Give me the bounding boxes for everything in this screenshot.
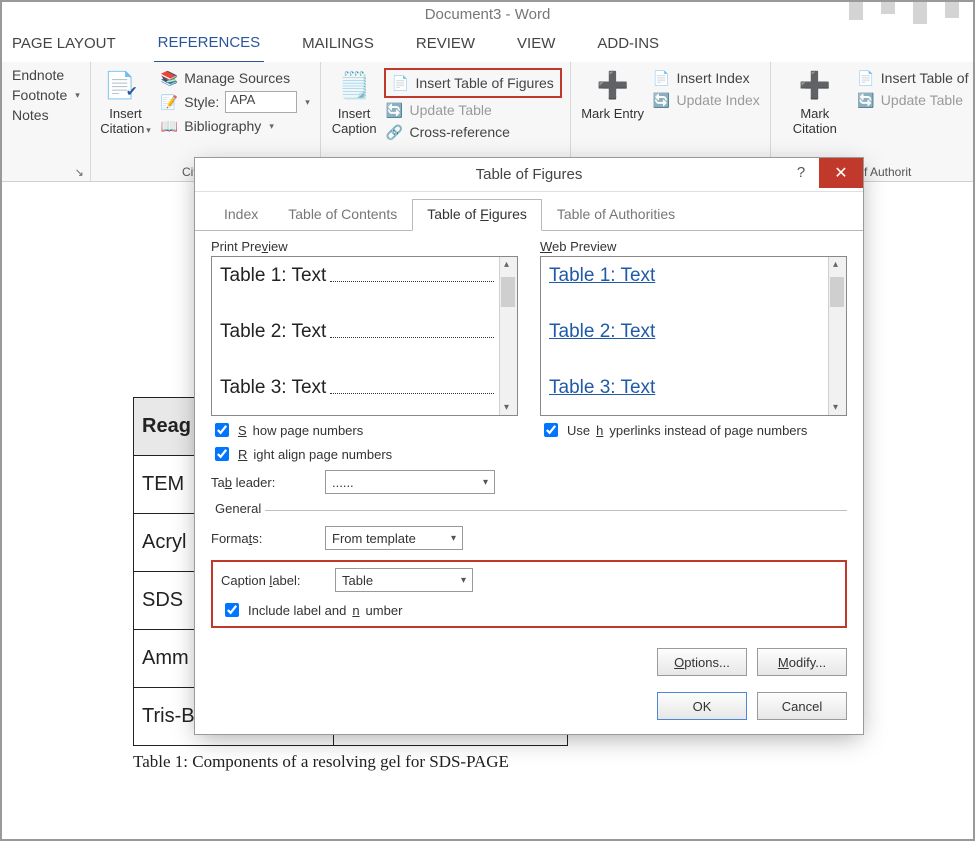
bibliography-icon: 📖 (160, 117, 178, 135)
modify-button[interactable]: Modify... (757, 648, 847, 676)
manage-sources-icon: 📚 (160, 69, 178, 87)
formats-label: Formats: (211, 531, 315, 546)
table-of-figures-dialog: Table of Figures ? ✕ Index Table of Cont… (194, 157, 864, 735)
use-hyperlinks-checkbox[interactable]: Use hyperlinks instead of page numbers (540, 420, 847, 440)
caption-label-select[interactable]: Table▾ (335, 568, 473, 592)
tab-mailings[interactable]: MAILINGS (298, 31, 378, 62)
web-preview-box: Table 1: Text Table 2: Text Table 3: Tex… (540, 256, 847, 416)
formats-select[interactable]: From template▾ (325, 526, 463, 550)
toa-icon: 📄 (857, 69, 875, 87)
tof-icon: 📄 (392, 74, 410, 92)
dialog-tab-strip: Index Table of Contents Table of Figures… (195, 198, 863, 231)
web-preview-link: Table 1: Text (549, 265, 838, 287)
dialog-tab-index[interactable]: Index (209, 199, 273, 231)
web-preview-label: Web Preview (540, 239, 847, 254)
crossref-icon: 🔗 (386, 123, 404, 141)
chevron-down-icon: ▾ (451, 533, 456, 544)
tab-add-ins[interactable]: ADD-INS (593, 31, 663, 62)
print-preview-box: Table 1: Text1 Table 2: Text3 Table 3: T… (211, 256, 518, 416)
window-title: Document3 - Word (2, 6, 973, 23)
insert-citation-button[interactable]: 📄✔ Insert Citation▾ (99, 66, 152, 179)
web-preview-link: Table 2: Text (549, 321, 838, 343)
web-preview-link: Table 3: Text (549, 377, 838, 399)
dialog-title: Table of Figures (476, 166, 583, 183)
options-button[interactable]: Options... (657, 648, 747, 676)
tab-page-layout[interactable]: PAGE LAYOUT (8, 31, 120, 62)
tab-review[interactable]: REVIEW (412, 31, 479, 62)
print-preview-label: Print Preview (211, 239, 518, 254)
print-preview-scrollbar[interactable] (499, 257, 517, 415)
dialog-close-button[interactable]: ✕ (819, 158, 863, 188)
chevron-down-icon: ▾ (461, 575, 466, 586)
tab-references[interactable]: REFERENCES (154, 30, 265, 63)
dialog-tab-tof[interactable]: Table of Figures (412, 199, 542, 231)
insert-index-button[interactable]: 📄Insert Index (651, 68, 762, 88)
mark-entry-icon: ➕ (596, 68, 630, 102)
insert-endnote-button[interactable]: Endnote (10, 66, 82, 84)
caption-icon: 🗒️ (337, 68, 371, 102)
index-icon: 📄 (653, 69, 671, 87)
cancel-button[interactable]: Cancel (757, 692, 847, 720)
update-table-of-authorities-button[interactable]: 🔄Update Table (855, 90, 971, 110)
ok-button[interactable]: OK (657, 692, 747, 720)
footnotes-launcher-icon[interactable]: ↘ (75, 166, 84, 179)
insert-table-of-figures-button[interactable]: 📄Insert Table of Figures (384, 68, 562, 98)
update-index-button[interactable]: 🔄Update Index (651, 90, 762, 110)
mark-citation-icon: ➕ (798, 68, 832, 102)
citation-style-select[interactable]: 📝Style: APA▾ (158, 90, 312, 114)
show-page-numbers-checkbox[interactable]: Show page numbers (211, 420, 518, 440)
include-label-and-number-checkbox[interactable]: Include label and number (221, 600, 837, 620)
update-index-icon: 🔄 (653, 91, 671, 109)
tab-leader-select[interactable]: ......▾ (325, 470, 495, 494)
dialog-tab-toc[interactable]: Table of Contents (273, 199, 412, 231)
caption-label-label: Caption label: (221, 573, 325, 588)
next-footnote-button[interactable]: Footnote▾ (10, 86, 82, 104)
bibliography-button[interactable]: 📖Bibliography▾ (158, 116, 312, 136)
style-icon: 📝 (160, 93, 178, 111)
chevron-down-icon: ▾ (483, 477, 488, 488)
update-icon: 🔄 (386, 101, 404, 119)
caption-label-group-highlighted: Caption label: Table▾ Include label and … (211, 560, 847, 628)
table-caption: Table 1: Components of a resolving gel f… (133, 752, 568, 772)
manage-sources-button[interactable]: 📚Manage Sources (158, 68, 312, 88)
update-toa-icon: 🔄 (857, 91, 875, 109)
right-align-page-numbers-checkbox[interactable]: Right align page numbers (211, 444, 518, 464)
web-preview-scrollbar[interactable] (828, 257, 846, 415)
show-notes-button[interactable]: Notes (10, 106, 82, 124)
tab-view[interactable]: VIEW (513, 31, 559, 62)
dialog-tab-toa[interactable]: Table of Authorities (542, 199, 690, 231)
dialog-title-bar: Table of Figures ? ✕ (195, 158, 863, 192)
ribbon-tab-strip: PAGE LAYOUT REFERENCES MAILINGS REVIEW V… (2, 30, 973, 62)
tab-leader-label: Tab leader: (211, 475, 315, 490)
insert-table-of-authorities-button[interactable]: 📄Insert Table of (855, 68, 971, 88)
general-section-label: General (211, 501, 265, 516)
dialog-help-button[interactable]: ? (787, 164, 815, 188)
cross-reference-button[interactable]: 🔗Cross-reference (384, 122, 562, 142)
update-captions-table-button[interactable]: 🔄Update Table (384, 100, 562, 120)
citation-icon: 📄✔ (109, 68, 143, 102)
close-icon: ✕ (834, 163, 847, 183)
